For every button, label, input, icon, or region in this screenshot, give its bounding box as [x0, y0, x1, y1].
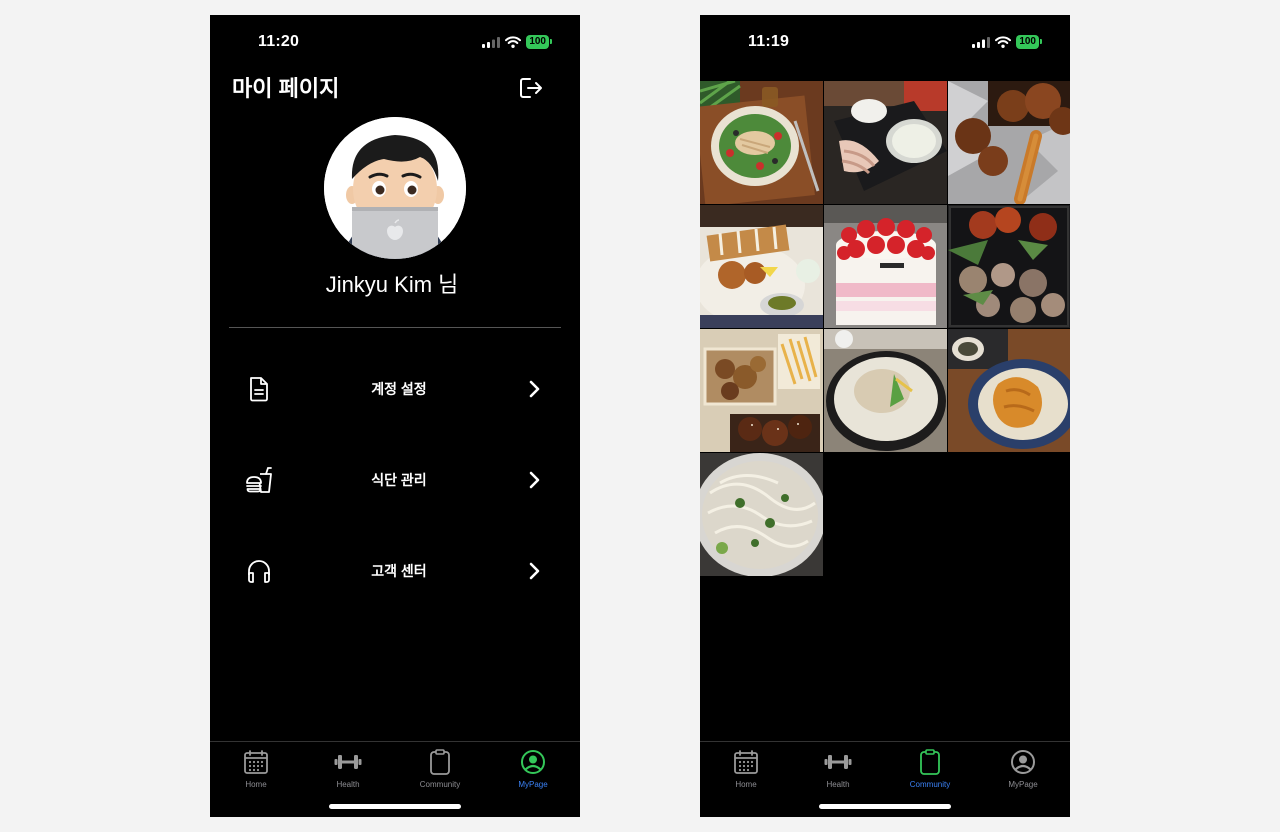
profile-icon: [1011, 750, 1035, 774]
tab-health[interactable]: Health: [808, 748, 868, 789]
noodle-soup-photo[interactable]: [700, 453, 823, 576]
tab-label: Health: [826, 780, 850, 789]
tonkatsu-photo[interactable]: [700, 205, 823, 328]
page-title: 마이 페이지: [232, 76, 340, 101]
tab-home[interactable]: Home: [716, 748, 776, 789]
tab-home[interactable]: Home: [226, 748, 286, 789]
chevron-right-icon: [529, 562, 540, 580]
boxed-chicken-photo[interactable]: [700, 329, 823, 452]
status-bar: 11:19 100: [700, 15, 1070, 71]
tab-bar: Home Health Community MyPage: [210, 741, 580, 817]
status-time: 11:19: [748, 33, 790, 50]
battery-indicator: 100: [1016, 35, 1042, 49]
sliced-meat-photo[interactable]: [824, 81, 947, 204]
tab-community[interactable]: Community: [900, 748, 960, 789]
user-name-suffix: 님: [438, 272, 459, 297]
signal-icon: [482, 36, 501, 48]
status-bar: 11:20 100: [210, 15, 580, 71]
menu-item-diet-management[interactable]: 식단 관리: [240, 450, 550, 510]
menu-label: 계정 설정: [371, 381, 427, 397]
tab-mypage[interactable]: MyPage: [503, 748, 563, 789]
salad-photo[interactable]: [700, 81, 823, 204]
tab-label: Community: [419, 780, 461, 789]
menu-item-customer-center[interactable]: 고객 센터: [240, 541, 550, 601]
home-indicator: [329, 804, 461, 809]
tab-health[interactable]: Health: [318, 748, 378, 789]
signal-icon: [972, 36, 991, 48]
user-name-text: Jinkyu Kim: [325, 272, 433, 297]
status-time: 11:20: [258, 33, 300, 50]
avatar: [324, 117, 466, 259]
menu-label: 고객 센터: [371, 563, 427, 579]
user-name: Jinkyu Kim 님: [210, 267, 580, 299]
food-icon: [246, 467, 272, 493]
tab-label: Health: [336, 780, 360, 789]
logout-icon[interactable]: [518, 75, 544, 101]
document-icon: [250, 377, 268, 402]
calendar-icon: [734, 750, 758, 774]
strawberry-cake-photo[interactable]: [824, 205, 947, 328]
grilled-meat-photo[interactable]: [948, 205, 1070, 328]
tab-label: MyPage: [518, 780, 548, 789]
profile-icon: [521, 750, 545, 774]
dumbbell-icon: [334, 755, 362, 769]
fried-chicken-photo[interactable]: [948, 81, 1070, 204]
headphones-icon: [248, 560, 270, 583]
clipboard-icon: [430, 749, 450, 775]
battery-indicator: 100: [526, 35, 552, 49]
menu-item-account-settings[interactable]: 계정 설정: [240, 359, 550, 419]
dumbbell-icon: [824, 755, 852, 769]
mypage-screen: 11:20 100 마이 페이지 Jinkyu Kim 님 계정 설정 식단 관…: [210, 15, 580, 817]
tab-label: Home: [735, 780, 757, 789]
community-screen: 11:19 100 Home Health Community MyPage: [700, 15, 1070, 817]
clipboard-icon: [920, 749, 940, 775]
home-indicator: [819, 804, 951, 809]
tab-label: Home: [245, 780, 267, 789]
memoji-avatar-icon: [324, 117, 466, 259]
tab-bar: Home Health Community MyPage: [700, 741, 1070, 817]
calendar-icon: [244, 750, 268, 774]
chevron-right-icon: [529, 471, 540, 489]
tab-mypage[interactable]: MyPage: [993, 748, 1053, 789]
divider: [229, 327, 561, 328]
wifi-icon: [505, 36, 522, 48]
chevron-right-icon: [529, 380, 540, 398]
wifi-icon: [995, 36, 1012, 48]
photo-grid: [700, 81, 1070, 576]
tab-community[interactable]: Community: [410, 748, 470, 789]
spicy-chicken-photo[interactable]: [948, 329, 1070, 452]
tab-label: MyPage: [1008, 780, 1038, 789]
samgyetang-photo[interactable]: [824, 329, 947, 452]
tab-label: Community: [909, 780, 951, 789]
menu-label: 식단 관리: [371, 472, 427, 488]
